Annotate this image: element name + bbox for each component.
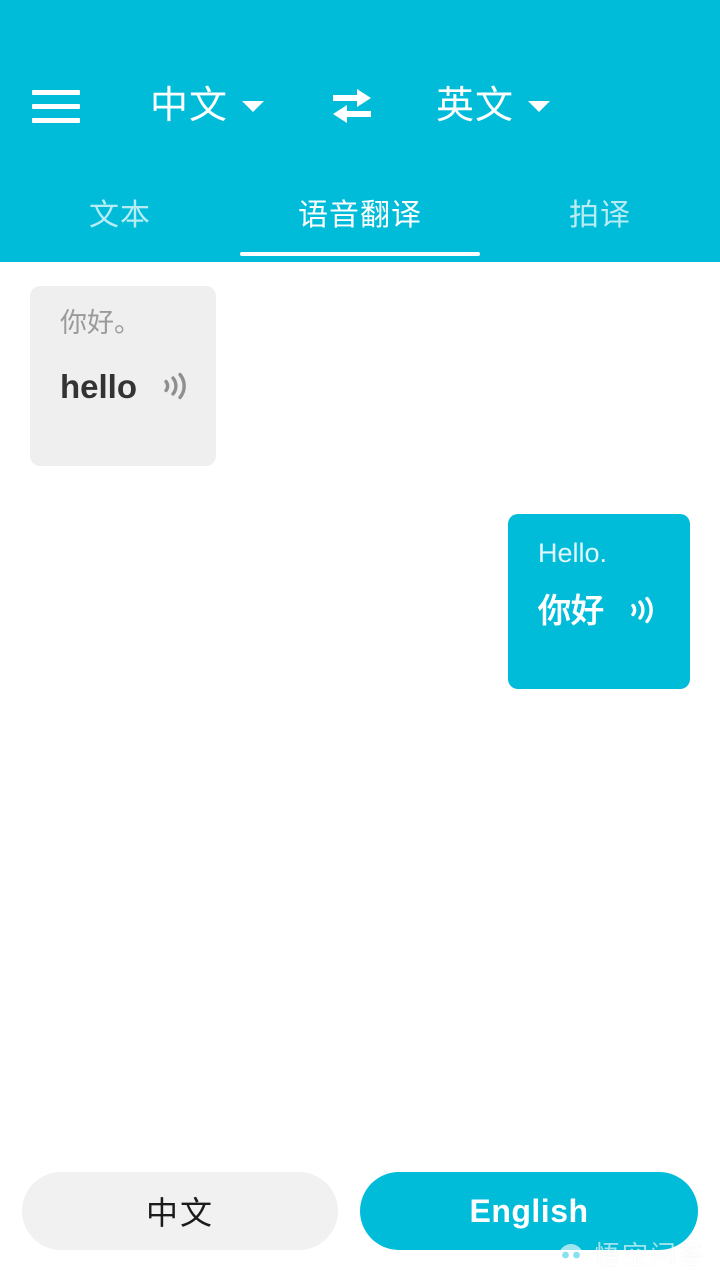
message-source-text: 你好。 [60, 308, 141, 338]
active-tab-indicator [240, 252, 480, 256]
chevron-down-icon [242, 100, 265, 112]
conversation-list: 你好。 hello Hello. 你好 [0, 262, 720, 1162]
chevron-down-icon [528, 100, 551, 112]
tab-voice-translate[interactable]: 语音翻译 [240, 172, 480, 262]
target-language-selector[interactable]: 英文 [436, 78, 551, 134]
message-translated-text: 你好 [538, 591, 604, 629]
mic-button-target-label: English [469, 1192, 589, 1229]
app-header: 中文 英文 文本 语音翻译 拍译 [0, 0, 720, 262]
source-language-selector[interactable]: 中文 [150, 78, 265, 134]
menu-bar-1 [32, 89, 80, 95]
sound-waves-icon[interactable] [624, 593, 658, 627]
mic-button-source-label: 中文 [145, 1195, 214, 1231]
tab-bar: 文本 语音翻译 拍译 [0, 172, 720, 262]
mic-button-target[interactable]: English [360, 1172, 698, 1250]
mic-button-source[interactable]: 中文 [22, 1172, 338, 1250]
message-bubble-outgoing[interactable]: Hello. 你好 [508, 514, 690, 689]
header-toolbar: 中文 英文 [0, 70, 720, 142]
hamburger-menu-icon[interactable] [32, 83, 88, 129]
message-source-text: Hello. [538, 538, 608, 568]
tab-text-label: 文本 [89, 199, 151, 232]
menu-bar-2 [32, 103, 80, 109]
tab-voice-translate-label: 语音翻译 [298, 199, 422, 232]
message-primary-row: 你好 [538, 593, 666, 627]
tab-text[interactable]: 文本 [0, 172, 240, 262]
swap-languages-button[interactable] [324, 78, 380, 134]
swap-horizontal-arrows-icon [333, 89, 372, 123]
menu-bar-3 [32, 117, 80, 123]
message-translated-text: hello [60, 367, 138, 405]
target-language-label: 英文 [436, 85, 515, 127]
tab-photo-translate[interactable]: 拍译 [480, 172, 720, 262]
message-primary-row: hello [60, 369, 190, 403]
microphone-button-bar: 中文 English [0, 1172, 720, 1252]
source-language-label: 中文 [150, 85, 229, 127]
message-bubble-incoming[interactable]: 你好。 hello [30, 286, 216, 466]
tab-photo-translate-label: 拍译 [569, 199, 631, 232]
sound-waves-icon[interactable] [157, 369, 191, 403]
